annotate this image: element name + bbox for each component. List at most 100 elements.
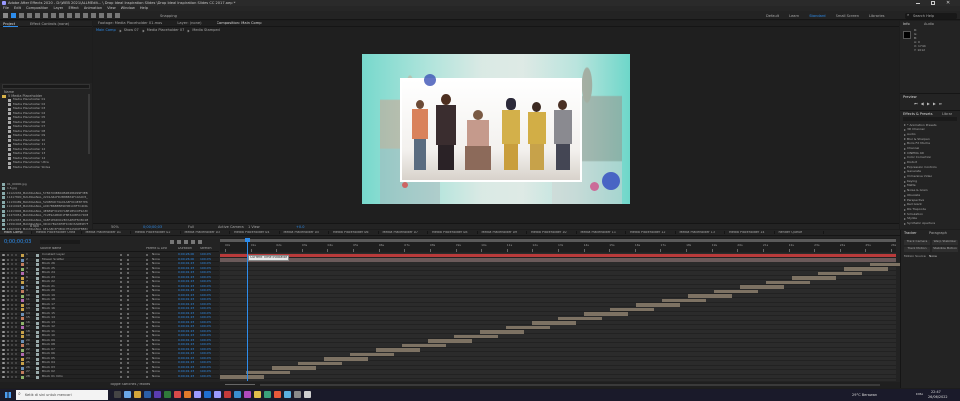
layer-name[interactable]: Block 14 (42, 316, 102, 320)
menu-edit[interactable]: Edit (14, 6, 21, 10)
weather-widget[interactable]: 29°C Berawan (852, 393, 877, 397)
draft-3d-icon[interactable] (170, 240, 174, 244)
lock-icon[interactable] (15, 362, 17, 364)
brush-tool-icon[interactable] (83, 13, 88, 18)
fx-switch-icon[interactable] (120, 353, 122, 355)
parent-pickwhip-icon[interactable] (146, 326, 148, 328)
parent-pickwhip-icon[interactable] (146, 281, 148, 283)
clone-tool-icon[interactable] (91, 13, 96, 18)
solo-icon[interactable] (11, 308, 13, 310)
layer-name[interactable]: Block 25 (42, 267, 102, 271)
eraser-tool-icon[interactable] (99, 13, 104, 18)
visibility-eye-icon[interactable] (2, 353, 5, 355)
parent-pickwhip-icon[interactable] (146, 285, 148, 288)
taskbar-app-icon[interactable] (184, 391, 191, 398)
libraries-tab[interactable]: Librar (942, 112, 952, 116)
breadcrumb-item[interactable]: Media Stamped (192, 28, 219, 32)
layer-duration[interactable]: 0;00;01;15 (178, 361, 194, 365)
rotate-tool-icon[interactable] (35, 13, 40, 18)
parent-pickwhip-icon[interactable] (146, 348, 148, 351)
timeline-tab[interactable]: Media Placeholder 02 (131, 230, 181, 235)
layer-stretch[interactable]: 100.0% (200, 334, 211, 338)
parent-pickwhip-icon[interactable] (146, 362, 148, 364)
zoom-tool-icon[interactable] (27, 13, 32, 18)
layer-duration[interactable]: 0;00;01;15 (178, 343, 194, 347)
layer-stretch[interactable]: 100.0% (200, 321, 211, 325)
motion-blur-switch-icon[interactable] (127, 348, 129, 351)
layer-duration-bar[interactable] (688, 294, 732, 298)
lock-icon[interactable] (15, 276, 17, 279)
puppet-tool-icon[interactable] (115, 13, 120, 18)
taskbar-app-icon[interactable] (304, 391, 311, 398)
layer-name[interactable]: Block 04 (42, 361, 102, 365)
layer-duration-bar[interactable] (480, 330, 524, 334)
motion-blur-switch-icon[interactable] (127, 276, 129, 279)
parent-dropdown[interactable]: None (152, 348, 160, 352)
parent-dropdown[interactable]: None (152, 357, 160, 361)
warp-stabilizer-button[interactable]: Warp Stabilizer (932, 240, 958, 245)
effect-controls-tab[interactable]: Effect Controls (none) (30, 22, 69, 26)
lock-icon[interactable] (15, 366, 17, 369)
solo-icon[interactable] (11, 362, 13, 364)
lock-icon[interactable] (15, 375, 17, 378)
layer-duration-bar[interactable] (272, 366, 316, 370)
parent-pickwhip-icon[interactable] (146, 272, 148, 274)
timeline-tab[interactable]: Main Comp (0, 230, 32, 235)
parent-pickwhip-icon[interactable] (146, 294, 148, 297)
layer-duration-bar[interactable] (818, 271, 862, 275)
layer-duration[interactable]: 0;00;01;15 (178, 307, 194, 311)
parent-dropdown[interactable]: None (152, 289, 160, 293)
fx-switch-icon[interactable] (120, 339, 122, 342)
layer-name[interactable]: Block 11 (42, 330, 102, 334)
fx-switch-icon[interactable] (120, 281, 122, 283)
layer-stretch[interactable]: 100.0% (200, 343, 211, 347)
layer-name[interactable]: Block 19 (42, 294, 102, 298)
layer-duration[interactable]: 0;00;01;15 (178, 271, 194, 275)
track-camera-button[interactable]: Track Camera (904, 240, 930, 245)
audio-tab[interactable]: Audio (924, 22, 934, 26)
parent-pickwhip-icon[interactable] (146, 258, 148, 261)
layer-stretch[interactable]: 100.0% (200, 258, 211, 262)
stretch-header[interactable]: Stretch (200, 247, 212, 251)
taskbar-app-icon[interactable] (214, 391, 221, 398)
pan-behind-tool-icon[interactable] (51, 13, 56, 18)
effects-search-field[interactable] (903, 117, 957, 121)
breadcrumb-item[interactable]: Main Comp (96, 28, 116, 32)
viewer-tab[interactable]: Composition: Main Comp (217, 21, 262, 25)
layer-duration-bar[interactable] (636, 303, 680, 307)
lock-icon[interactable] (15, 294, 17, 297)
motion-blur-switch-icon[interactable] (127, 263, 129, 265)
parent-pickwhip-icon[interactable] (146, 254, 148, 256)
parent-pickwhip-icon[interactable] (146, 303, 148, 306)
lock-icon[interactable] (15, 308, 17, 310)
lock-icon[interactable] (15, 353, 17, 355)
layer-duration[interactable]: 0;00;01;15 (178, 339, 194, 343)
lock-icon[interactable] (15, 317, 17, 319)
bpc-toggle[interactable]: 8 bpc (30, 224, 39, 228)
solo-icon[interactable] (11, 371, 13, 373)
type-tool-icon[interactable] (75, 13, 80, 18)
visibility-eye-icon[interactable] (2, 276, 5, 279)
layer-duration-bar[interactable] (220, 375, 264, 379)
taskbar-app-icon[interactable] (244, 391, 251, 398)
layer-duration[interactable]: 0;00;01;15 (178, 298, 194, 302)
fx-switch-icon[interactable] (120, 335, 122, 337)
motion-blur-switch-icon[interactable] (127, 326, 129, 328)
solo-icon[interactable] (11, 294, 13, 297)
layer-duration-bar[interactable] (766, 280, 810, 284)
taskbar-app-icon[interactable] (264, 391, 271, 398)
workspace-learn[interactable]: Learn (789, 14, 799, 18)
frame-blend-icon[interactable] (184, 240, 188, 244)
layer-stretch[interactable]: 100.0% (200, 253, 211, 257)
lock-icon[interactable] (15, 357, 17, 360)
fx-switch-icon[interactable] (120, 326, 122, 328)
layer-duration-bar[interactable] (428, 339, 472, 343)
project-item[interactable]: Media Placeholder Slides (8, 166, 88, 171)
menu-animation[interactable]: Animation (84, 6, 102, 10)
visibility-eye-icon[interactable] (2, 285, 5, 288)
visibility-eye-icon[interactable] (2, 375, 5, 378)
taskbar-app-icon[interactable] (274, 391, 281, 398)
layer-duration[interactable]: 0;00;01;15 (178, 276, 194, 280)
motion-blur-switch-icon[interactable] (127, 357, 129, 360)
prev-frame-icon[interactable]: ◀ (921, 102, 924, 107)
